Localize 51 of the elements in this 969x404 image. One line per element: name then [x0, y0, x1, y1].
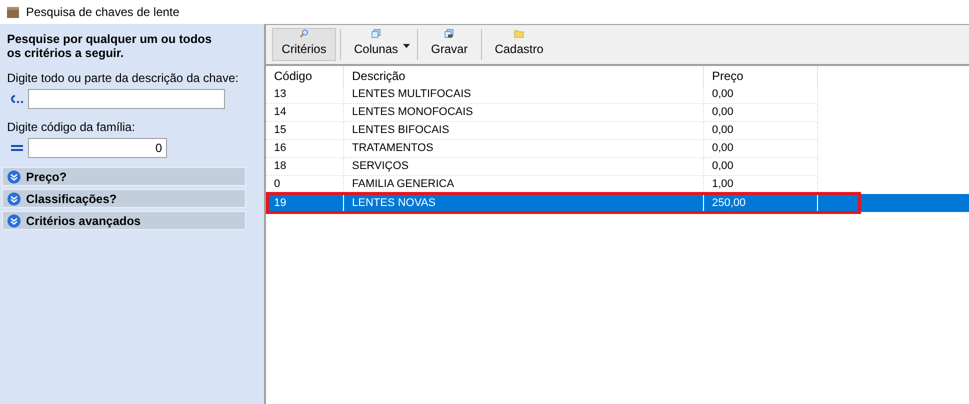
window-title: Pesquisa de chaves de lente [26, 4, 180, 21]
column-header[interactable]: Descrição [344, 66, 704, 86]
table-row[interactable]: 15 LENTES BIFOCAIS 0,00 [266, 122, 969, 140]
table-cell: TRATAMENTOS [344, 140, 704, 158]
section-header[interactable]: Critérios avançados [2, 211, 246, 230]
table-cell: 250,00 [704, 194, 818, 212]
table-cell: 18 [266, 158, 344, 176]
expand-icon [7, 170, 21, 184]
field-label: Digite todo ou parte da descrição da chave: [6, 70, 240, 87]
table-cell: SERVIÇOS [344, 158, 704, 176]
text-search-icon [10, 94, 24, 104]
dropdown-caret-icon [403, 44, 410, 48]
column-header[interactable]: Código [266, 66, 344, 86]
field-label: Digite código da família: [6, 119, 136, 136]
toolbar-button[interactable]: Colunas [345, 28, 414, 61]
table-row[interactable]: 0 FAMILIA GENERICA 1,00 [266, 176, 969, 194]
toolbar-button[interactable]: Cadastro [486, 28, 552, 61]
table-row[interactable]: 14 LENTES MONOFOCAIS 0,00 [266, 104, 969, 122]
toolbar-button[interactable]: Critérios [272, 28, 336, 61]
equals-icon [10, 144, 24, 152]
table-row[interactable]: 16 TRATAMENTOS 0,00 [266, 140, 969, 158]
table-cell: LENTES NOVAS [344, 194, 704, 212]
table-cell: 0,00 [704, 104, 818, 122]
family-code-field[interactable]: 0 [28, 138, 167, 158]
table-cell: 0,00 [704, 122, 818, 140]
table-cell: 14 [266, 104, 344, 122]
table-cell: LENTES MULTIFOCAIS [344, 86, 704, 104]
panel-heading: Pesquise por qualquer um ou todos os critérios a seguir. [6, 32, 213, 60]
section-header[interactable]: Preço? [2, 167, 246, 186]
table-row[interactable]: 19 LENTES NOVAS 250,00 [266, 194, 969, 212]
table-cell: 13 [266, 86, 344, 104]
table-cell: 16 [266, 140, 344, 158]
table-cell: 15 [266, 122, 344, 140]
table-cell: LENTES MONOFOCAIS [344, 104, 704, 122]
table-cell: 0,00 [704, 158, 818, 176]
expand-icon [7, 214, 21, 228]
column-header[interactable]: Preço [704, 66, 818, 86]
table-cell: 19 [266, 194, 344, 212]
table-cell: 1,00 [704, 176, 818, 194]
table-row[interactable]: 18 SERVIÇOS 0,00 [266, 158, 969, 176]
expand-icon [7, 192, 21, 206]
table-cell: LENTES BIFOCAIS [344, 122, 704, 140]
table-cell: 0,00 [704, 86, 818, 104]
section-header[interactable]: Classificações? [2, 189, 246, 208]
description-field[interactable] [28, 89, 225, 109]
table-row[interactable]: 13 LENTES MULTIFOCAIS 0,00 [266, 86, 969, 104]
table-cell: 0,00 [704, 140, 818, 158]
table-cell: 0 [266, 176, 344, 194]
box-icon [6, 5, 20, 19]
toolbar-button[interactable]: Gravar [422, 28, 477, 61]
table-cell: FAMILIA GENERICA [344, 176, 704, 194]
